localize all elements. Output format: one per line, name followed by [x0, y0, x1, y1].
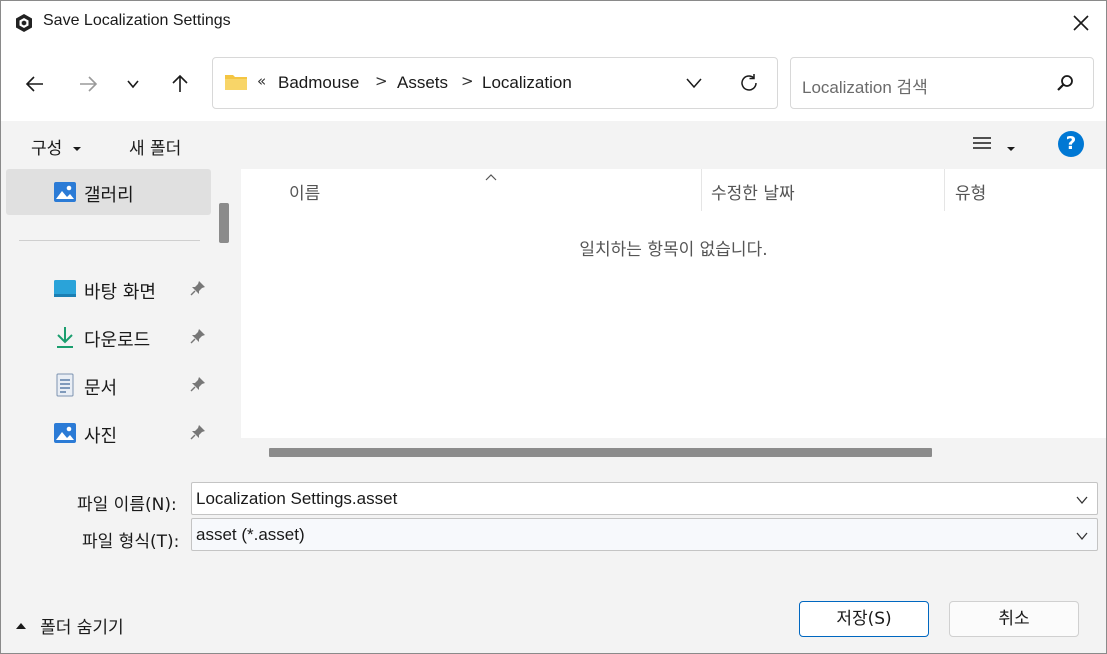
chevron-down-icon[interactable]	[1075, 492, 1089, 506]
breadcrumb-separator[interactable]: >	[375, 72, 388, 90]
download-icon	[53, 325, 77, 349]
breadcrumb-separator[interactable]: >	[461, 72, 474, 90]
close-button[interactable]	[1063, 5, 1099, 41]
pin-icon[interactable]	[190, 424, 206, 440]
pictures-icon	[53, 421, 77, 445]
save-button[interactable]: 저장(S)	[799, 601, 929, 637]
breadcrumb-item-badmouse[interactable]: Badmouse	[278, 73, 359, 93]
refresh-icon	[741, 74, 757, 91]
caret-up-icon	[16, 622, 26, 629]
arrow-right-icon	[80, 76, 98, 92]
search-input[interactable]: Localization 검색	[790, 57, 1094, 109]
sidebar-item-label: 바탕 화면	[84, 282, 156, 303]
command-bar: 구성 새 폴더 ?	[1, 121, 1106, 169]
sidebar-item-label: 다운로드	[84, 330, 151, 351]
arrow-left-icon	[25, 76, 43, 92]
window-title: Save Localization Settings	[43, 12, 231, 29]
column-header-type[interactable]: 유형	[955, 179, 986, 204]
horizontal-scrollbar-thumb[interactable]	[269, 448, 932, 457]
sidebar-item-downloads[interactable]: 다운로드	[6, 314, 211, 360]
refresh-button[interactable]	[738, 72, 760, 98]
sort-ascending-icon	[484, 167, 498, 186]
navigation-bar: « Badmouse > Assets > Localization Local…	[1, 45, 1106, 121]
sidebar-item-desktop[interactable]: 바탕 화면	[6, 266, 211, 312]
pin-icon[interactable]	[190, 280, 206, 296]
caret-down-icon	[1007, 147, 1015, 151]
address-history-button[interactable]	[684, 75, 704, 95]
cancel-button[interactable]: 취소	[949, 601, 1079, 637]
view-options-caret[interactable]	[1006, 139, 1016, 158]
folder-icon	[224, 72, 248, 96]
horizontal-scrollbar[interactable]	[241, 438, 1106, 464]
sidebar-item-documents[interactable]: 문서	[6, 362, 211, 408]
hide-folders-label: 폴더 숨기기	[40, 618, 124, 638]
filetype-value: asset (*.asset)	[196, 525, 305, 544]
filename-field[interactable]: Localization Settings.asset	[191, 482, 1098, 515]
filetype-select[interactable]: asset (*.asset)	[191, 518, 1098, 551]
sidebar-item-label: 문서	[84, 378, 118, 399]
sidebar-scrollbar[interactable]	[213, 169, 237, 464]
arrow-up-icon	[172, 74, 188, 92]
chevron-down-icon	[686, 78, 702, 89]
organize-label: 구성	[31, 139, 63, 159]
breadcrumb-overflow[interactable]: «	[257, 72, 266, 90]
column-header-date-modified[interactable]: 수정한 날짜	[711, 179, 795, 204]
pin-icon[interactable]	[190, 328, 206, 344]
chevron-down-icon	[127, 80, 139, 89]
filetype-label: 파일 형식(T):	[82, 532, 180, 552]
document-icon	[53, 373, 77, 397]
close-icon	[1073, 15, 1089, 31]
chevron-down-icon[interactable]	[1075, 528, 1089, 542]
sidebar-item-pictures[interactable]: 사진	[6, 410, 211, 456]
search-placeholder: Localization 검색	[802, 78, 928, 97]
sidebar-scrollbar-thumb[interactable]	[219, 203, 229, 243]
list-view-icon	[973, 137, 991, 149]
sidebar-divider	[19, 240, 200, 241]
help-button[interactable]: ?	[1058, 131, 1084, 157]
forward-button[interactable]	[71, 67, 105, 101]
save-dialog: Save Localization Settings « Badmouse > …	[0, 0, 1107, 654]
column-divider[interactable]	[701, 169, 702, 211]
filename-value[interactable]: Localization Settings.asset	[196, 489, 397, 509]
up-button[interactable]	[163, 67, 197, 101]
unity-icon	[14, 13, 34, 33]
sidebar-item-label: 사진	[84, 426, 118, 447]
filename-label: 파일 이름(N):	[77, 495, 177, 515]
column-divider[interactable]	[944, 169, 945, 211]
search-icon[interactable]	[1055, 73, 1075, 97]
dialog-footer: 폴더 숨기기 저장(S) 취소	[1, 562, 1106, 653]
navigation-pane: 갤러리 바탕 화면 다운로드 문서 사진	[1, 169, 237, 464]
column-header-name[interactable]: 이름	[289, 179, 320, 204]
breadcrumb-item-localization[interactable]: Localization	[482, 73, 572, 93]
breadcrumb-item-assets[interactable]: Assets	[397, 73, 448, 93]
caret-down-icon	[72, 147, 81, 151]
sidebar-item-label: 갤러리	[84, 185, 134, 206]
address-bar[interactable]: « Badmouse > Assets > Localization	[212, 57, 778, 109]
file-list: 이름 수정한 날짜 유형 일치하는 항목이 없습니다.	[241, 169, 1106, 464]
organize-button[interactable]: 구성	[31, 134, 82, 159]
help-icon: ?	[1065, 133, 1077, 154]
hide-folders-button[interactable]: 폴더 숨기기	[15, 613, 124, 638]
desktop-icon	[53, 277, 77, 301]
recent-locations-button[interactable]	[116, 67, 150, 101]
sidebar-item-gallery[interactable]: 갤러리	[6, 169, 211, 215]
pin-icon[interactable]	[190, 376, 206, 392]
gallery-icon	[53, 180, 77, 204]
back-button[interactable]	[18, 67, 52, 101]
new-folder-button[interactable]: 새 폴더	[129, 134, 181, 159]
view-options-button[interactable]	[971, 134, 993, 158]
title-bar: Save Localization Settings	[1, 1, 1106, 45]
empty-message: 일치하는 항목이 없습니다.	[579, 240, 768, 260]
